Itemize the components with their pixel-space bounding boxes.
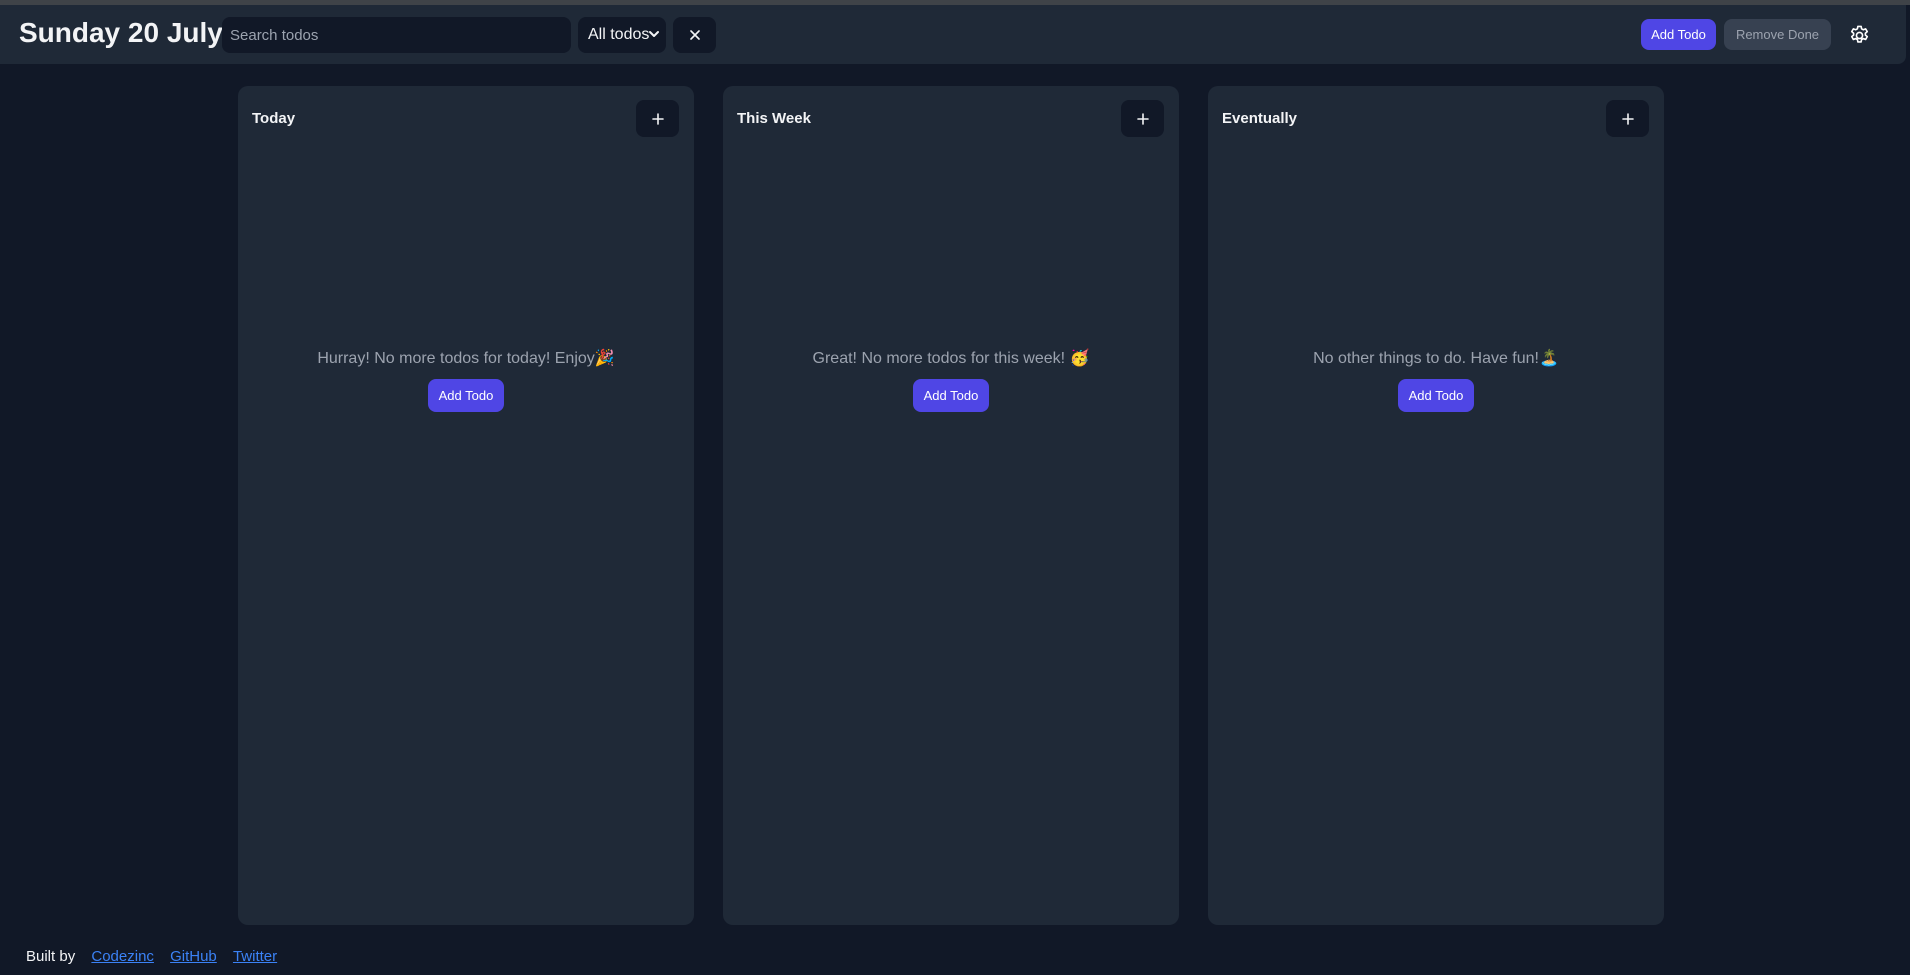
empty-state: No other things to do. Have fun!🏝️ Add T… xyxy=(1208,348,1664,412)
chevron-down-icon xyxy=(649,31,659,37)
filter-select[interactable]: All todos xyxy=(578,17,666,53)
github-link[interactable]: GitHub xyxy=(170,948,217,965)
clear-filter-button[interactable] xyxy=(673,17,716,53)
add-to-this-week-button[interactable] xyxy=(1121,100,1164,137)
empty-message: Hurray! No more todos for today! Enjoy🎉 xyxy=(317,350,615,367)
empty-state: Hurray! No more todos for today! Enjoy🎉 … xyxy=(238,348,694,412)
add-to-today-button[interactable] xyxy=(636,100,679,137)
search-input[interactable] xyxy=(222,17,571,53)
column-title: This Week xyxy=(737,110,811,127)
empty-state: Great! No more todos for this week! 🥳 Ad… xyxy=(723,348,1179,412)
column-this-week: This Week Great! No more todos for this … xyxy=(723,86,1179,925)
plus-icon xyxy=(1136,112,1149,125)
column-eventually: Eventually No other things to do. Have f… xyxy=(1208,86,1664,925)
add-todo-button[interactable]: Add Todo xyxy=(913,379,989,412)
remove-done-button[interactable]: Remove Done xyxy=(1724,19,1831,50)
built-by-label: Built by xyxy=(26,948,76,965)
empty-message: No other things to do. Have fun!🏝️ xyxy=(1313,350,1559,367)
column-title: Eventually xyxy=(1222,110,1298,127)
codezinc-link[interactable]: Codezinc xyxy=(91,948,154,965)
plus-icon xyxy=(1621,112,1634,125)
filter-select-value: All todos xyxy=(588,26,650,43)
empty-message: Great! No more todos for this week! 🥳 xyxy=(812,350,1090,367)
column-today: Today Hurray! No more todos for today! E… xyxy=(238,86,694,925)
app-header: Sunday 20 July All todos Add Todo Remove… xyxy=(0,5,1906,64)
close-icon xyxy=(689,30,700,40)
add-todo-button[interactable]: Add Todo xyxy=(428,379,504,412)
date-title: Sunday 20 July xyxy=(19,17,223,48)
twitter-link[interactable]: Twitter xyxy=(233,948,277,965)
gear-icon[interactable] xyxy=(1848,24,1871,47)
plus-icon xyxy=(651,112,664,125)
add-todo-button[interactable]: Add Todo xyxy=(1398,379,1474,412)
add-todo-button[interactable]: Add Todo xyxy=(1641,19,1716,50)
column-title: Today xyxy=(252,110,296,127)
footer: Built by Codezinc GitHub Twitter xyxy=(26,948,277,965)
add-to-eventually-button[interactable] xyxy=(1606,100,1649,137)
